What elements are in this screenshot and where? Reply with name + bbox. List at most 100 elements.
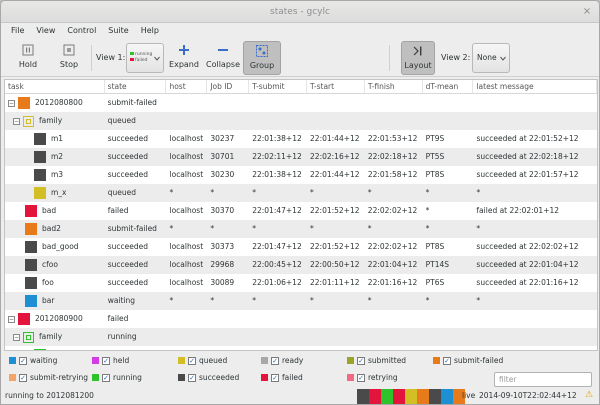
column-dt-mean[interactable]: dT-mean (423, 80, 474, 93)
legend-item-held[interactable]: ✓ held (92, 356, 129, 365)
summary-swatch (405, 389, 417, 404)
legend-item-waiting[interactable]: ✓ waiting (9, 356, 57, 365)
table-row[interactable]: m1 succeeded localhost 30237 22:01:38+12 22:0… (5, 130, 597, 148)
legend-checkbox[interactable]: ✓ (188, 373, 196, 382)
legend-checkbox[interactable]: ✓ (102, 356, 110, 365)
task-name: m2 (51, 152, 64, 161)
table-row[interactable]: m_x queued * * * * * * * (5, 184, 597, 202)
task-tree-view[interactable]: task state host Job ID T-submit T-start … (4, 79, 598, 351)
table-row[interactable]: − 2012080900 failed (5, 310, 597, 328)
legend-checkbox[interactable]: ✓ (188, 356, 196, 365)
table-row[interactable]: − family running (5, 328, 597, 346)
close-icon[interactable]: × (581, 6, 593, 18)
legend-checkbox[interactable]: ✓ (19, 373, 27, 382)
dt-mean-cell: PT8S (425, 170, 445, 179)
column-t-submit[interactable]: T-submit (249, 80, 307, 93)
t-start-cell: 22:02:16+12 (310, 152, 360, 161)
legend-item-ready[interactable]: ✓ ready (261, 356, 303, 365)
latest-message-cell: * (476, 224, 481, 233)
table-row[interactable]: − 2012080800 submit-failed (5, 94, 597, 112)
layout-button[interactable]: Layout (401, 41, 435, 75)
legend-item-submit-retrying[interactable]: ✓ submit-retrying (9, 373, 88, 382)
table-row[interactable]: bar waiting * * * * * * * (5, 292, 597, 310)
legend-checkbox[interactable]: ✓ (271, 373, 279, 382)
latest-message-cell: * (476, 188, 481, 197)
column-host[interactable]: host (166, 80, 208, 93)
table-row[interactable]: bad2 submit-failed * * * * * * * (5, 220, 597, 238)
legend-item-submit-failed[interactable]: ✓ submit-failed (433, 356, 503, 365)
view1-combo[interactable]: running failed (126, 43, 164, 73)
group-button[interactable]: Group (243, 41, 281, 75)
legend-item-failed[interactable]: ✓ failed (261, 373, 303, 382)
job-id-cell: 30089 (210, 278, 235, 287)
legend-swatch (92, 374, 99, 381)
table-row[interactable]: bad_good succeeded localhost 30373 22:01:47+… (5, 238, 597, 256)
menu-help[interactable]: Help (135, 23, 165, 39)
t-finish-cell: 22:01:58+12 (367, 170, 418, 179)
host-cell: localhost (169, 134, 204, 143)
legend-item-submitted[interactable]: ✓ submitted (347, 356, 406, 365)
host-cell: * (169, 188, 174, 197)
table-row[interactable]: m1runninglocalhost3106722:02:36+1222:02:… (5, 346, 597, 350)
latest-message-cell: succeeded at 22:01:04+12 (476, 260, 579, 269)
legend-checkbox[interactable]: ✓ (357, 356, 365, 365)
cycle-state-icon (18, 97, 30, 109)
expander-icon[interactable]: − (13, 333, 20, 341)
hold-button[interactable]: Hold (9, 41, 47, 75)
dt-mean-cell: PT14S (425, 260, 450, 269)
column-t-finish[interactable]: T-finish (365, 80, 423, 93)
dt-mean-cell: * (425, 224, 430, 233)
column-t-start[interactable]: T-start (307, 80, 365, 93)
task-name: cfoo (42, 260, 58, 269)
legend-checkbox[interactable]: ✓ (19, 356, 27, 365)
stop-button[interactable]: Stop (51, 41, 87, 75)
column-latest-message[interactable]: latest message (473, 80, 597, 93)
view2-combo[interactable]: None (472, 43, 510, 73)
legend-item-succeeded[interactable]: ✓ succeeded (178, 373, 239, 382)
column-task[interactable]: task (5, 80, 105, 93)
state-cell: failed (107, 314, 129, 323)
column-header-row: task state host Job ID T-submit T-start … (5, 80, 597, 94)
state-cell: succeeded (107, 134, 149, 143)
legend-item-retrying[interactable]: ✓ retrying (347, 373, 398, 382)
legend-checkbox[interactable]: ✓ (102, 373, 110, 382)
filter-input[interactable]: filter (494, 372, 592, 387)
task-state-icon (25, 205, 37, 217)
column-state[interactable]: state (105, 80, 167, 93)
latest-message-cell: succeeded at 22:02:18+12 (476, 152, 579, 161)
expander-icon[interactable]: − (8, 315, 15, 323)
dt-mean-cell: PT8S (425, 242, 445, 251)
legend-checkbox[interactable]: ✓ (443, 356, 451, 365)
task-name: bad (42, 206, 57, 215)
table-row[interactable]: bad failed localhost 30370 22:01:47+12 22:01:… (5, 202, 597, 220)
menu-view[interactable]: View (30, 23, 61, 39)
legend-item-running[interactable]: ✓ running (92, 373, 142, 382)
task-name: bad2 (42, 224, 61, 233)
menu-file[interactable]: File (5, 23, 30, 39)
table-row[interactable]: m3 succeeded localhost 30230 22:01:38+12 22:0… (5, 166, 597, 184)
dt-mean-cell: PT6S (425, 278, 445, 287)
warning-icon[interactable]: ⚠ (585, 390, 593, 400)
t-finish-cell: 22:01:16+12 (367, 278, 418, 287)
legend-checkbox[interactable]: ✓ (357, 373, 365, 382)
legend-item-queued[interactable]: ✓ queued (178, 356, 227, 365)
table-row[interactable]: foo succeeded localhost 30089 22:01:06+12 22:… (5, 274, 597, 292)
latest-message-cell: succeeded at 22:01:52+12 (476, 134, 579, 143)
pause-icon (22, 44, 34, 56)
task-name: bar (42, 296, 55, 305)
task-cell: bad_good (5, 238, 105, 256)
column-job-id[interactable]: Job ID (207, 80, 250, 93)
table-row[interactable]: cfoo succeeded localhost 29968 22:00:45+12 22… (5, 256, 597, 274)
legend-checkbox[interactable]: ✓ (271, 356, 279, 365)
menu-suite[interactable]: Suite (102, 23, 134, 39)
table-row[interactable]: − family queued (5, 112, 597, 130)
state-cell: waiting (107, 296, 136, 305)
collapse-button[interactable]: Collapse (205, 41, 241, 75)
menu-control[interactable]: Control (61, 23, 102, 39)
table-row[interactable]: m2 succeeded localhost 30701 22:02:11+12 22:0… (5, 148, 597, 166)
task-state-icon (25, 259, 37, 271)
expand-button[interactable]: Expand (167, 41, 201, 75)
state-cell: succeeded (107, 260, 148, 269)
expander-icon[interactable]: − (13, 117, 20, 125)
expander-icon[interactable]: − (8, 99, 15, 107)
